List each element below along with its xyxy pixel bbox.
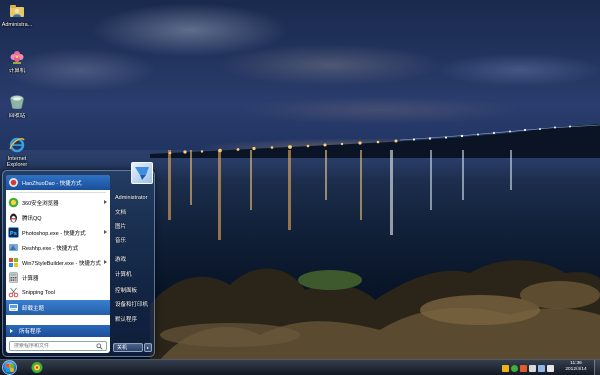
all-programs-label: 所有程序 — [19, 329, 42, 335]
start-search-box[interactable] — [9, 341, 107, 351]
desktop-icon-computer[interactable]: 计算机 — [0, 48, 34, 74]
places-item-games[interactable]: 游戏 — [115, 255, 126, 265]
submenu-arrow-icon — [104, 200, 107, 204]
qq-tray-icon[interactable] — [502, 364, 509, 372]
program-item-calculator[interactable]: 计算器 — [6, 270, 110, 285]
places-item-music[interactable]: 音乐 — [115, 236, 126, 246]
globe-icon — [9, 178, 18, 187]
places-item-pictures[interactable]: 图片 — [115, 222, 126, 232]
network-tray-icon[interactable] — [538, 364, 545, 372]
qq-penguin-icon — [10, 213, 17, 223]
program-item-label: HaoZhuoDao - 快捷方式 — [22, 180, 82, 187]
user-folder-icon — [10, 5, 24, 17]
ie-icon — [9, 137, 25, 153]
update-tray-icon[interactable] — [520, 364, 527, 372]
start-menu-places-pane: Administrator 文档 图片 音乐 游戏 计算机 控制面板 设备和打印… — [111, 162, 154, 353]
desktop-icon-recycle-bin[interactable]: 回收站 — [0, 93, 34, 119]
recycle-bin-icon — [10, 95, 24, 110]
play-arrow-icon — [10, 329, 13, 333]
user-picture-icon — [135, 167, 149, 180]
program-item-label: 腾讯QQ — [22, 215, 42, 222]
calculator-icon — [9, 272, 18, 283]
windows-flag-icon — [6, 364, 14, 372]
360-browser-icon — [31, 362, 43, 373]
computer-icon — [10, 51, 24, 64]
program-item-uninstall-theme[interactable]: 卸载主题 — [6, 300, 110, 315]
clock-date: 2012/4/14 — [565, 367, 587, 372]
places-item-default-programs[interactable]: 默认程序 — [115, 315, 137, 325]
program-item-360-browser[interactable]: 360安全浏览器 — [6, 195, 110, 210]
program-item-label: Photoshop.exe - 快捷方式 — [22, 230, 86, 237]
places-item-control-panel[interactable]: 控制面板 — [115, 286, 137, 296]
360-browser-icon — [8, 197, 19, 208]
desktop-icon-label: 回收站 — [8, 113, 26, 119]
program-item-label: Reshhp.exe - 快捷方式 — [22, 245, 79, 252]
program-item-haozhuodao[interactable]: HaoZhuoDao - 快捷方式 — [6, 175, 110, 190]
system-tray — [502, 362, 556, 374]
program-item-reshhp[interactable]: Reshhp.exe - 快捷方式 — [6, 240, 110, 255]
program-item-label: Win7StyleBuilder.exe - 快捷方式 — [22, 260, 101, 267]
stylebuilder-icon — [9, 258, 18, 267]
desktop-icon-label: 计算机 — [8, 68, 26, 74]
user-picture[interactable] — [131, 162, 153, 184]
taskbar-clock[interactable]: 11:36 2012/4/14 — [560, 361, 592, 373]
program-list-divider — [10, 192, 106, 193]
photoshop-icon: Ps — [8, 227, 19, 238]
reshacker-icon — [9, 244, 18, 251]
submenu-arrow-icon — [104, 260, 107, 264]
shutdown-button[interactable]: 关机 — [113, 343, 143, 352]
places-item-administrator[interactable]: Administrator — [115, 195, 147, 205]
all-programs-button[interactable]: 所有程序 — [6, 325, 110, 337]
show-desktop-button[interactable] — [594, 360, 600, 375]
taskbar: 11:36 2012/4/14 — [0, 359, 600, 375]
search-icon — [96, 342, 103, 350]
submenu-arrow-icon — [104, 230, 107, 234]
places-item-computer[interactable]: 计算机 — [115, 270, 132, 280]
places-item-devices-printers[interactable]: 设备和打印机 — [115, 300, 148, 310]
program-item-label: 360安全浏览器 — [22, 200, 59, 207]
360-tray-icon[interactable] — [511, 364, 518, 372]
program-item-label: Snipping Tool — [22, 289, 55, 296]
volume-tray-icon[interactable] — [547, 364, 554, 372]
program-item-label: 卸载主题 — [22, 305, 45, 312]
start-search-input[interactable] — [14, 343, 96, 349]
shutdown-label: 关机 — [117, 345, 128, 351]
program-item-photoshop[interactable]: Ps Photoshop.exe - 快捷方式 — [6, 225, 110, 240]
scissors-icon — [8, 287, 19, 298]
shutdown-options-button[interactable] — [144, 343, 152, 352]
program-item-qq[interactable]: 腾讯QQ — [6, 210, 110, 225]
places-item-documents[interactable]: 文档 — [115, 208, 126, 218]
taskbar-app-360-browser[interactable] — [30, 361, 44, 374]
start-button[interactable] — [2, 360, 17, 375]
desktop-icon-label: Internet Explorer — [6, 156, 28, 168]
svg-text:Ps: Ps — [10, 231, 18, 237]
program-item-snipping-tool[interactable]: Snipping Tool — [6, 285, 110, 300]
start-menu: HaoZhuoDao - 快捷方式 360安全浏览器 腾讯QQ Ps Photo… — [2, 162, 155, 357]
desktop-icon-administrator[interactable]: Administra... — [0, 2, 34, 28]
program-item-label: 计算器 — [22, 275, 39, 282]
desktop-icon-label: Administra... — [1, 22, 33, 28]
program-item-win7stylebuilder[interactable]: Win7StyleBuilder.exe - 快捷方式 — [6, 255, 110, 270]
flag-tray-icon[interactable] — [529, 364, 536, 372]
desktop-icon-internet-explorer[interactable]: Internet Explorer — [0, 136, 34, 168]
start-menu-programs-pane: HaoZhuoDao - 快捷方式 360安全浏览器 腾讯QQ Ps Photo… — [6, 175, 110, 353]
uninstall-icon — [9, 304, 18, 311]
